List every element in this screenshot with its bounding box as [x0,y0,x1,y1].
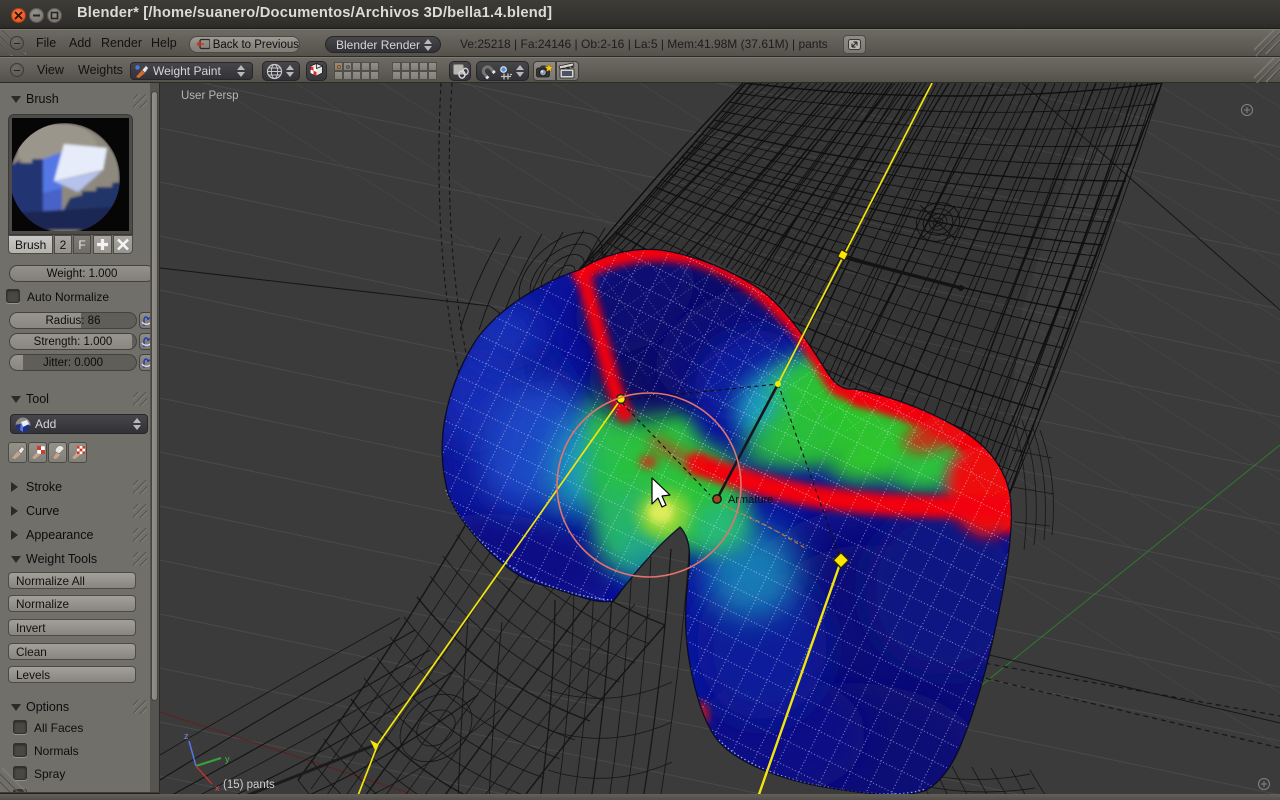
svg-text:x: x [215,783,220,793]
svg-text:z: z [184,731,189,741]
svg-text:y: y [225,754,230,764]
svg-text:User Persp: User Persp [181,90,239,102]
svg-text:(15) pants: (15) pants [223,779,275,791]
svg-text:Armature: Armature [728,494,773,506]
